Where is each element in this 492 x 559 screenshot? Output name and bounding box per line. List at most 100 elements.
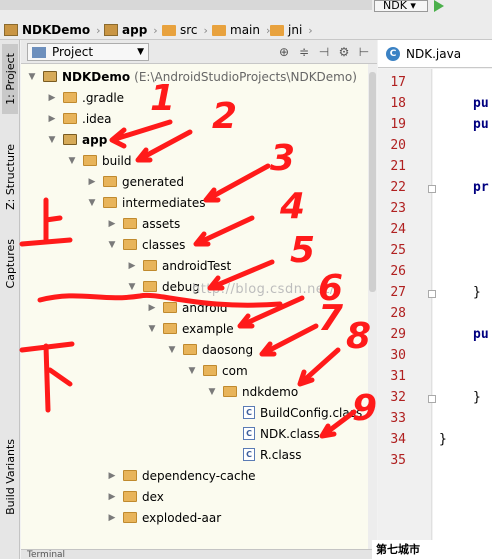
tree-row-ndkdemo[interactable]: ▼ NDKDemo (E:\AndroidStudioProjects\NDKDem… xyxy=(21,66,368,87)
tree-row--idea[interactable]: ▶ .idea xyxy=(21,108,368,129)
project-tree[interactable]: ▼ NDKDemo (E:\AndroidStudioProjects\NDKDem… xyxy=(21,64,368,559)
tree-row-classes[interactable]: ▼ classes xyxy=(21,234,368,255)
tab-project[interactable]: 1: Project xyxy=(2,44,18,114)
csdn-watermark: http://blog.csdn.net/ xyxy=(192,282,335,297)
tree-row-example[interactable]: ▼ example xyxy=(21,318,368,339)
tab-build-variants[interactable]: Build Variants xyxy=(2,432,18,522)
fold-marker-icon[interactable] xyxy=(428,290,436,298)
tab-structure[interactable]: Z: Structure xyxy=(2,134,18,220)
tree-row-intermediates[interactable]: ▼ intermediates xyxy=(21,192,368,213)
target-icon[interactable]: ⊕ xyxy=(277,45,291,59)
tab-terminal[interactable]: Terminal xyxy=(27,550,65,559)
tree-row-label: NDK.class xyxy=(260,426,320,441)
tab-label: 1: Project xyxy=(3,53,17,105)
tab-captures[interactable]: Captures xyxy=(2,232,18,296)
scroll-thumb[interactable] xyxy=(369,72,376,292)
run-config-label: NDK xyxy=(383,0,407,12)
chevron-right-icon[interactable]: ▶ xyxy=(87,177,97,187)
tree-row--gradle[interactable]: ▶ .gradle xyxy=(21,87,368,108)
folder-icon xyxy=(203,365,217,376)
breadcrumb-label: NDKDemo xyxy=(22,23,91,37)
breadcrumb-item-app[interactable]: app › xyxy=(104,20,158,40)
code-brace: } xyxy=(439,432,447,447)
chevron-down-icon[interactable]: ▼ xyxy=(47,135,57,145)
chevron-right-icon[interactable]: ▶ xyxy=(147,303,157,313)
tree-row-label: classes xyxy=(142,237,186,252)
chevron-right-icon[interactable]: ▶ xyxy=(47,93,57,103)
chevron-down-icon[interactable]: ▼ xyxy=(127,282,137,292)
chevron-right-icon: › xyxy=(203,23,208,37)
folder-icon xyxy=(123,491,137,502)
chevron-down-icon[interactable]: ▼ xyxy=(107,240,117,250)
fold-marker-icon[interactable] xyxy=(428,395,436,403)
chevron-down-icon[interactable]: ▼ xyxy=(167,345,177,355)
module-icon xyxy=(4,24,18,36)
tab-label: Z: Structure xyxy=(3,144,17,210)
chevron-right-icon[interactable]: ▶ xyxy=(107,471,117,481)
folder-icon xyxy=(123,218,137,229)
folder-icon xyxy=(163,302,177,313)
run-config-select[interactable]: NDK ▾ xyxy=(374,0,428,12)
tree-row-ndkdemo[interactable]: ▼ ndkdemo xyxy=(21,381,368,402)
tree-row-label: app xyxy=(82,132,108,147)
tree-row-buildconfig-class[interactable]: C BuildConfig.class xyxy=(21,402,368,423)
breadcrumb-item-main[interactable]: main › xyxy=(212,20,270,40)
folder-icon xyxy=(162,24,176,36)
tree-row-app[interactable]: ▼ app xyxy=(21,129,368,150)
tree-row-label: intermediates xyxy=(122,195,206,210)
chevron-down-icon[interactable]: ▼ xyxy=(147,324,157,334)
tree-row-ndk-class[interactable]: C NDK.class xyxy=(21,423,368,444)
tree-row-com[interactable]: ▼ com xyxy=(21,360,368,381)
tree-row-label: .idea xyxy=(82,111,112,126)
chevron-right-icon[interactable]: ▶ xyxy=(107,492,117,502)
chevron-down-icon[interactable]: ▼ xyxy=(207,387,217,397)
chevron-down-icon[interactable]: ▼ xyxy=(67,156,77,166)
line-number: 22 xyxy=(390,180,406,195)
sort-icon[interactable]: ≑ xyxy=(297,45,311,59)
line-number: 25 xyxy=(390,243,406,258)
project-view-dropdown[interactable]: Project ▼ xyxy=(27,43,149,61)
editor-tab-ndk-java[interactable]: C NDK.java xyxy=(378,40,492,68)
tree-row-label: dependency-cache xyxy=(142,468,256,483)
tree-row-assets[interactable]: ▶ assets xyxy=(21,213,368,234)
tree-row-dex[interactable]: ▶ dex xyxy=(21,486,368,507)
tree-row-daosong[interactable]: ▼ daosong xyxy=(21,339,368,360)
tree-row-label: build xyxy=(102,153,132,168)
breadcrumb-item-ndkdemo[interactable]: NDKDemo › xyxy=(4,20,101,40)
folder-icon xyxy=(163,323,177,334)
tree-row-androidtest[interactable]: ▶ androidTest xyxy=(21,255,368,276)
tree-row-android[interactable]: ▶ android xyxy=(21,297,368,318)
line-number: 34 xyxy=(390,432,406,447)
chevron-down-icon[interactable]: ▼ xyxy=(27,72,37,82)
chevron-right-icon[interactable]: ▶ xyxy=(107,513,117,523)
chevron-right-icon[interactable]: ▶ xyxy=(47,114,57,124)
chevron-down-icon[interactable]: ▼ xyxy=(187,366,197,376)
tree-row-r-class[interactable]: C R.class xyxy=(21,444,368,465)
line-number: 31 xyxy=(390,369,406,384)
tree-scrollbar[interactable] xyxy=(368,64,377,559)
line-number: 18 xyxy=(390,96,406,111)
tree-row-label: dex xyxy=(142,489,164,504)
hide-icon[interactable]: ⊢ xyxy=(357,45,371,59)
folder-icon xyxy=(103,176,117,187)
breadcrumb-label: src xyxy=(180,23,198,37)
tree-row-build[interactable]: ▼ build xyxy=(21,150,368,171)
code-area[interactable]: pu pu pr} pu}} xyxy=(433,69,492,559)
folder-icon xyxy=(123,470,137,481)
chevron-down-icon[interactable]: ▼ xyxy=(87,198,97,208)
code-keyword: pu xyxy=(473,327,489,342)
tree-row-generated[interactable]: ▶ generated xyxy=(21,171,368,192)
folder-icon xyxy=(123,512,137,523)
collapse-icon[interactable]: ⊣ xyxy=(317,45,331,59)
fold-marker-icon[interactable] xyxy=(428,185,436,193)
tree-row-dependency-cache[interactable]: ▶ dependency-cache xyxy=(21,465,368,486)
breadcrumb-item-jni[interactable]: jni › xyxy=(270,20,313,40)
line-number: 28 xyxy=(390,306,406,321)
tree-row-exploded-aar[interactable]: ▶ exploded-aar xyxy=(21,507,368,528)
breadcrumb-item-src[interactable]: src › xyxy=(162,20,208,40)
run-icon[interactable] xyxy=(434,0,444,12)
gear-icon[interactable]: ⚙ xyxy=(337,45,351,59)
chevron-right-icon[interactable]: ▶ xyxy=(127,261,137,271)
chevron-right-icon[interactable]: ▶ xyxy=(107,219,117,229)
folder-icon xyxy=(270,24,284,36)
